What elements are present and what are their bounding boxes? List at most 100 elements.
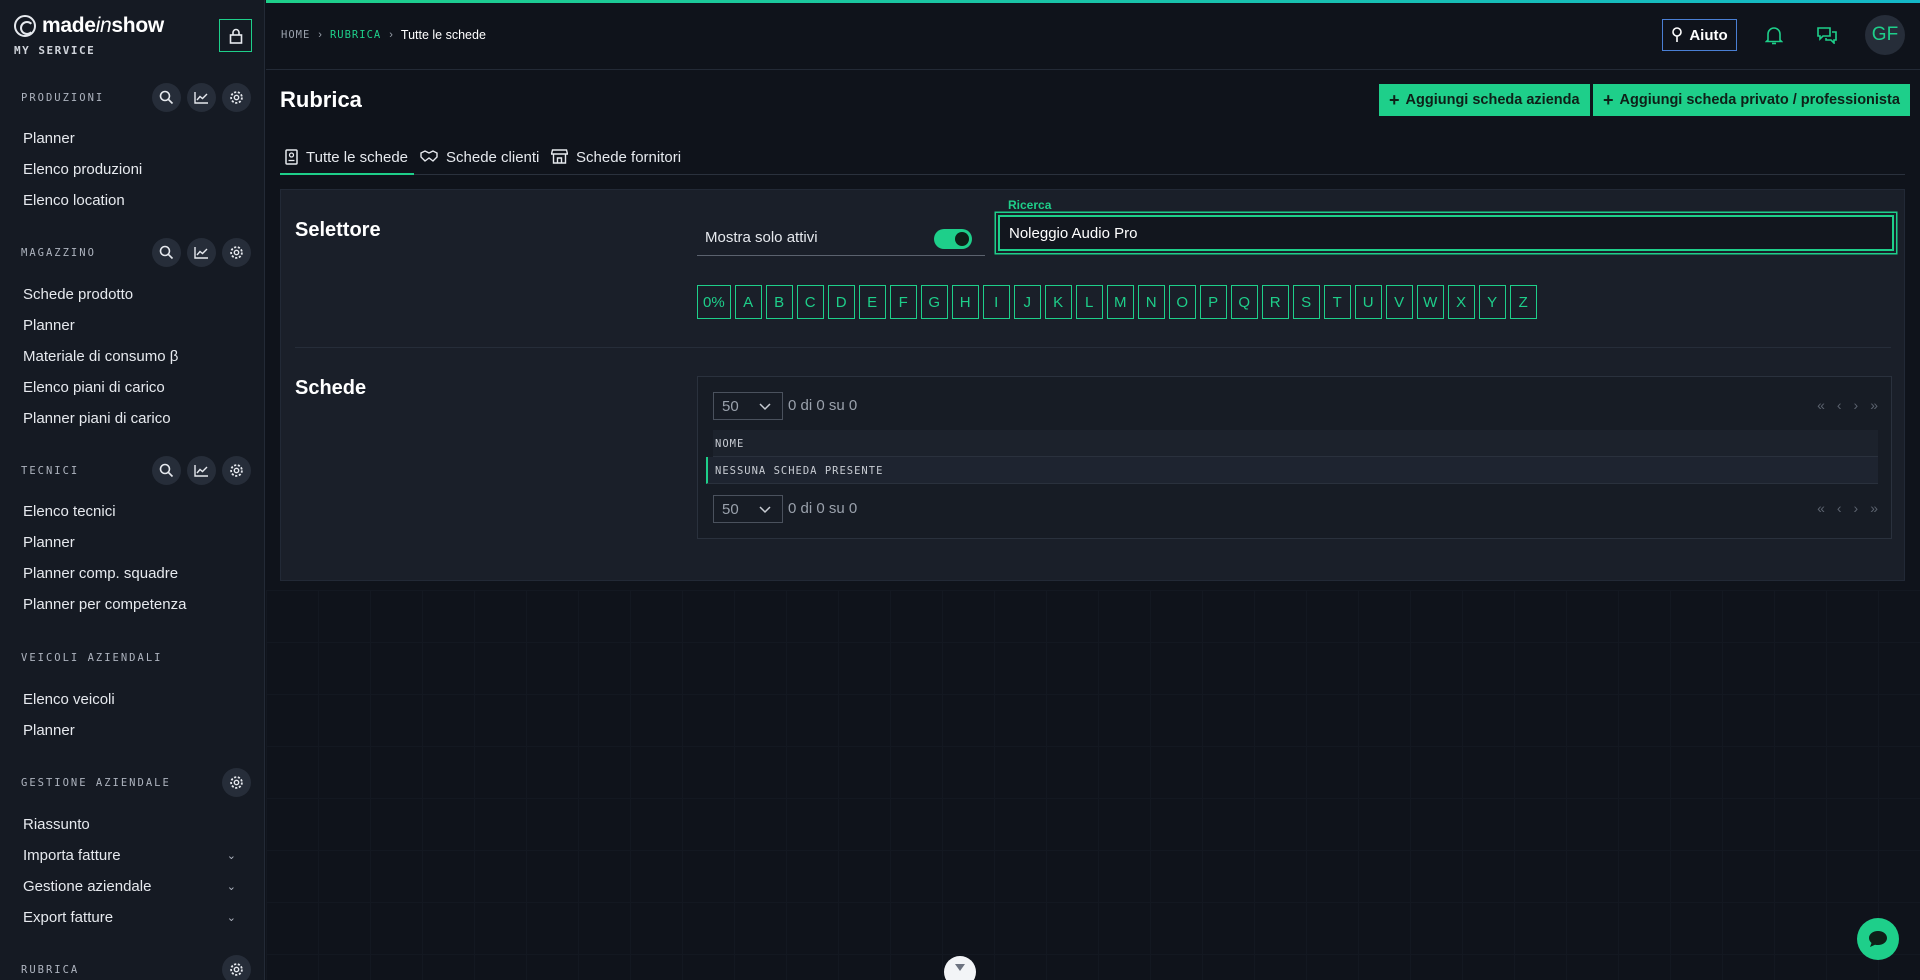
search-icon[interactable] <box>152 456 181 485</box>
letter-filter-b[interactable]: B <box>765 285 793 319</box>
page-size-select[interactable]: 50 <box>713 495 783 523</box>
page-size-value: 50 <box>722 500 739 518</box>
chart-icon[interactable] <box>187 83 216 112</box>
letter-filter-o[interactable]: O <box>1168 285 1196 319</box>
letter-filter-y[interactable]: Y <box>1478 285 1506 319</box>
tabs: Tutte le schede Schede clienti Schede fo… <box>280 145 1905 175</box>
letter-filter-e[interactable]: E <box>858 285 886 319</box>
pagination-bottom: 50 0 di 0 su 0 « ‹ › » <box>713 495 1878 523</box>
letter-filter-l[interactable]: L <box>1075 285 1103 319</box>
sidebar-item-elenco-location[interactable]: Elenco location <box>23 192 125 209</box>
gear-icon[interactable] <box>222 768 251 797</box>
sidebar-item-planner-tecnici[interactable]: Planner <box>23 534 75 551</box>
gear-icon[interactable] <box>222 955 251 980</box>
sidebar-item-elenco-veicoli[interactable]: Elenco veicoli <box>23 691 115 708</box>
background-grid <box>266 590 1920 980</box>
gear-icon[interactable] <box>222 83 251 112</box>
sidebar-item-planner-competenza[interactable]: Planner per competenza <box>23 596 186 613</box>
letter-filter-i[interactable]: I <box>982 285 1010 319</box>
search-icon[interactable] <box>152 83 181 112</box>
last-page-icon[interactable]: » <box>1870 397 1878 413</box>
letter-filter-j[interactable]: J <box>1013 285 1041 319</box>
support-chat-button[interactable] <box>1857 918 1899 960</box>
gear-icon[interactable] <box>222 456 251 485</box>
page-size-select[interactable]: 50 <box>713 392 783 420</box>
chart-icon[interactable] <box>187 456 216 485</box>
letter-filter-u[interactable]: U <box>1354 285 1382 319</box>
next-page-icon[interactable]: › <box>1854 500 1859 516</box>
letter-filter-c[interactable]: C <box>796 285 824 319</box>
sidebar-item-importa-fatture[interactable]: Importa fatture <box>23 847 121 864</box>
notifications-button[interactable] <box>1761 22 1787 48</box>
column-header-nome[interactable]: NOME <box>715 438 744 450</box>
letter-filter-n[interactable]: N <box>1137 285 1165 319</box>
letter-filter-h[interactable]: H <box>951 285 979 319</box>
chart-icon[interactable] <box>187 238 216 267</box>
sidebar-item-elenco-produzioni[interactable]: Elenco produzioni <box>23 161 142 178</box>
chevron-down-icon[interactable]: ⌄ <box>227 849 236 862</box>
letter-filter-x[interactable]: X <box>1447 285 1475 319</box>
scroll-down-button[interactable] <box>944 956 976 980</box>
sidebar-item-export-fatture[interactable]: Export fatture <box>23 909 113 926</box>
sidebar-item-schede-prodotto[interactable]: Schede prodotto <box>23 286 133 303</box>
brand[interactable]: madeinshow MY SERVICE <box>14 14 164 57</box>
chevron-down-icon <box>759 506 771 514</box>
lock-button[interactable] <box>219 19 252 52</box>
tab-schede-clienti[interactable]: Schede clienti <box>420 145 539 175</box>
search-input[interactable] <box>998 215 1894 251</box>
active-only-toggle[interactable] <box>934 229 972 249</box>
sidebar-item-materiale-consumo[interactable]: Materiale di consumo β <box>23 348 178 365</box>
messages-button[interactable] <box>1814 22 1840 48</box>
help-button[interactable]: Aiuto <box>1662 19 1737 51</box>
letter-filter-s[interactable]: S <box>1292 285 1320 319</box>
sidebar-item-planner-veicoli[interactable]: Planner <box>23 722 75 739</box>
sidebar-item-planner-magazzino[interactable]: Planner <box>23 317 75 334</box>
empty-message: NESSUNA SCHEDA PRESENTE <box>715 465 884 477</box>
letter-filter-a[interactable]: A <box>734 285 762 319</box>
letter-filter-p[interactable]: P <box>1199 285 1227 319</box>
breadcrumb-rubrica[interactable]: RUBRICA <box>330 29 381 41</box>
top-progress-line <box>266 0 1920 3</box>
avatar[interactable]: GF <box>1865 15 1905 55</box>
gear-icon[interactable] <box>222 238 251 267</box>
help-icon <box>1672 26 1683 42</box>
letter-filter-k[interactable]: K <box>1044 285 1072 319</box>
letter-filter-r[interactable]: R <box>1261 285 1289 319</box>
sidebar-item-planner-piani-carico[interactable]: Planner piani di carico <box>23 410 171 427</box>
sidebar-item-elenco-tecnici[interactable]: Elenco tecnici <box>23 503 116 520</box>
letter-filter-m[interactable]: M <box>1106 285 1134 319</box>
tab-tutte-le-schede[interactable]: Tutte le schede <box>280 145 414 175</box>
chevron-down-icon[interactable]: ⌄ <box>227 880 236 893</box>
sidebar-item-elenco-piani-carico[interactable]: Elenco piani di carico <box>23 379 165 396</box>
chevron-down-icon[interactable]: ⌄ <box>227 911 236 924</box>
letter-filter-t[interactable]: T <box>1323 285 1351 319</box>
page-size-value: 50 <box>722 397 739 415</box>
letter-filter-f[interactable]: F <box>889 285 917 319</box>
letter-filter-d[interactable]: D <box>827 285 855 319</box>
sidebar-item-planner-produzioni[interactable]: Planner <box>23 130 75 147</box>
sidebar-item-planner-comp-squadre[interactable]: Planner comp. squadre <box>23 565 178 582</box>
sidebar-item-gestione-aziendale[interactable]: Gestione aziendale <box>23 878 151 895</box>
contact-card-icon <box>285 149 298 165</box>
sidebar-item-riassunto[interactable]: Riassunto <box>23 816 90 833</box>
prev-page-icon[interactable]: ‹ <box>1837 500 1842 516</box>
last-page-icon[interactable]: » <box>1870 500 1878 516</box>
add-private-card-button[interactable]: + Aggiungi scheda privato / professionis… <box>1593 84 1910 116</box>
tab-schede-fornitori[interactable]: Schede fornitori <box>551 145 681 175</box>
letter-filter-q[interactable]: Q <box>1230 285 1258 319</box>
letter-filter-all[interactable]: 0% <box>697 285 731 319</box>
active-only-filter[interactable]: Mostra solo attivi <box>697 224 985 256</box>
search-icon[interactable] <box>152 238 181 267</box>
add-company-label: Aggiungi scheda azienda <box>1405 92 1580 108</box>
letter-filter-v[interactable]: V <box>1385 285 1413 319</box>
letter-filter-z[interactable]: Z <box>1509 285 1537 319</box>
next-page-icon[interactable]: › <box>1854 397 1859 413</box>
prev-page-icon[interactable]: ‹ <box>1837 397 1842 413</box>
breadcrumb-home[interactable]: HOME <box>281 29 310 41</box>
letter-filter-g[interactable]: G <box>920 285 948 319</box>
letter-filter-w[interactable]: W <box>1416 285 1444 319</box>
first-page-icon[interactable]: « <box>1817 397 1825 413</box>
add-company-card-button[interactable]: + Aggiungi scheda azienda <box>1379 84 1590 116</box>
first-page-icon[interactable]: « <box>1817 500 1825 516</box>
sidebar-section-veicoli: VEICOLI AZIENDALI <box>0 643 264 673</box>
